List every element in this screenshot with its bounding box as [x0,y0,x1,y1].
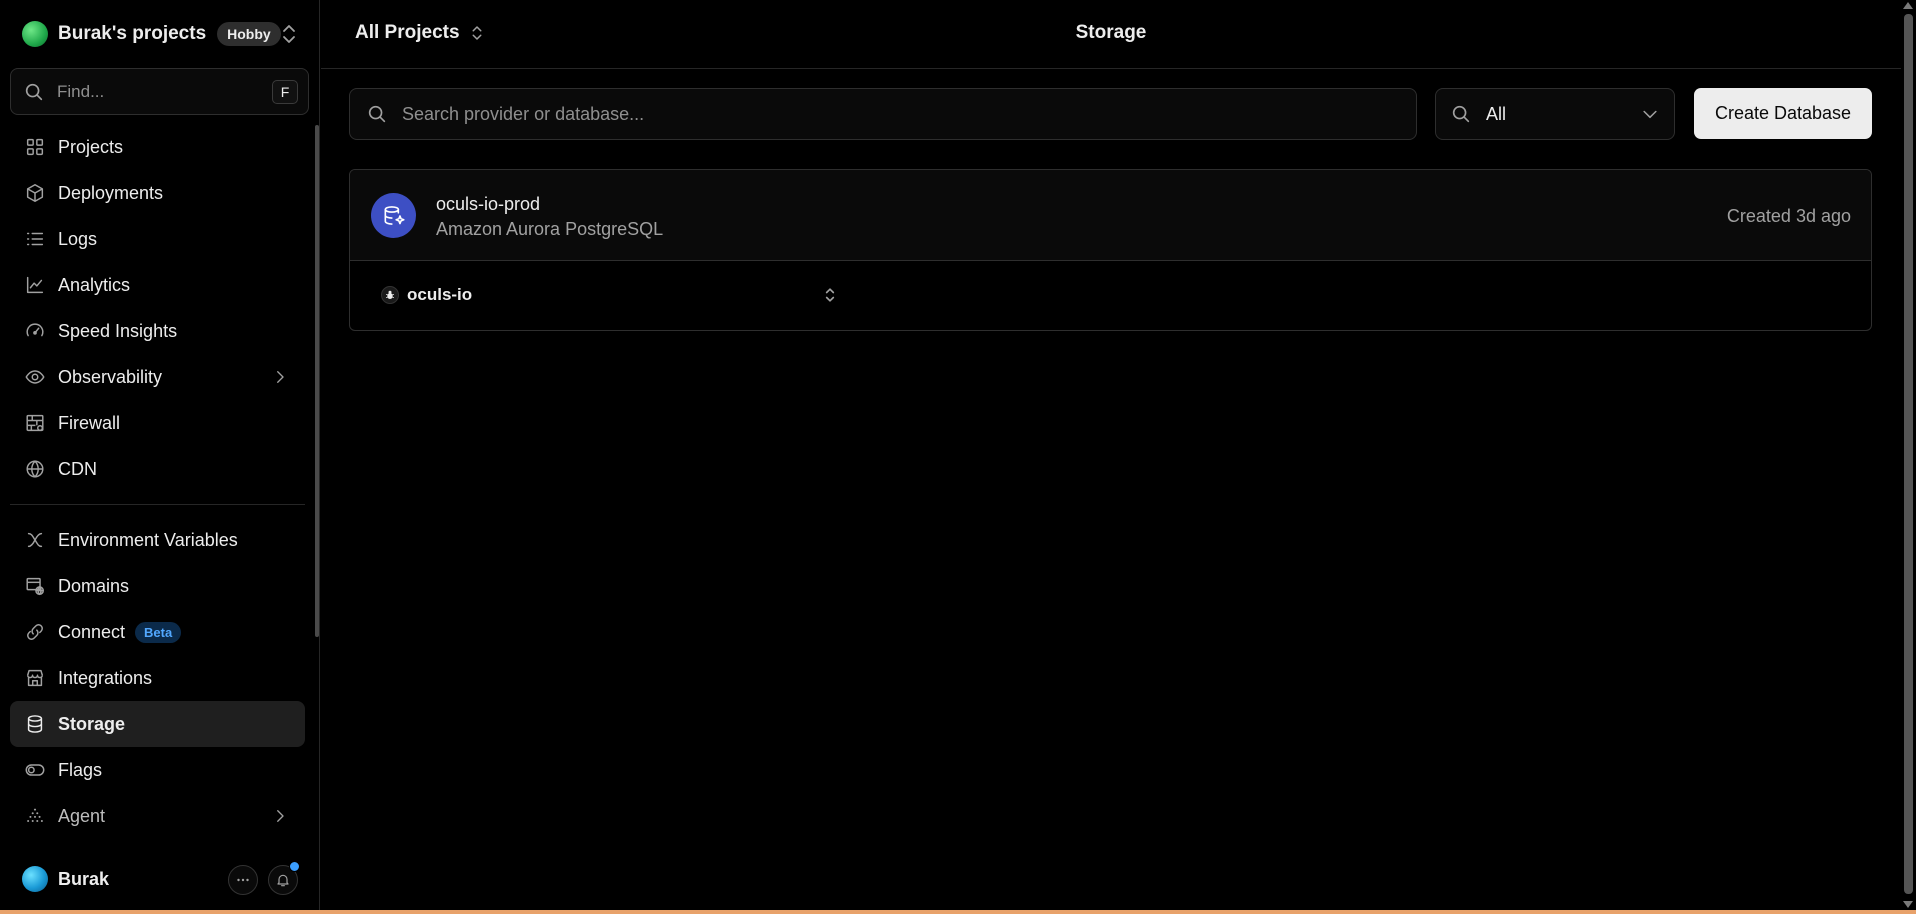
agent-icon [24,805,46,827]
sidebar-item-environment-variables[interactable]: Environment Variables [10,517,305,563]
sidebar-item-logs[interactable]: Logs [10,216,305,262]
sidebar-item-label: Speed Insights [58,320,178,341]
user-menu[interactable]: Burak [0,856,319,902]
sidebar-item-speed-insights[interactable]: Speed Insights [10,308,305,354]
chevron-up-down-icon[interactable] [277,22,301,46]
sidebar-nav: Projects Deployments Logs Analytics Spee… [0,124,315,839]
sidebar-item-label: Storage [58,713,126,734]
user-name: Burak [58,868,110,889]
plan-badge: Hobby [217,22,281,46]
chevron-down-icon [1640,104,1660,124]
notification-dot [289,861,300,872]
sidebar-scrollbar[interactable] [315,125,319,637]
sidebar-item-label: Projects [58,136,124,157]
ellipsis-icon [237,878,249,882]
grid-icon [24,136,46,158]
sidebar-item-projects[interactable]: Projects [10,124,305,170]
toggle-icon [24,759,46,781]
store-icon [24,667,46,689]
database-name: oculs-io-prod [436,194,541,214]
sidebar-item-firewall[interactable]: Firewall [10,400,305,446]
bug-icon [381,286,399,304]
sidebar-item-flags[interactable]: Flags [10,747,305,793]
provider-filter-select[interactable]: All [1435,88,1675,140]
sidebar-item-label: Flags [58,759,103,780]
variables-icon [24,529,46,551]
sidebar-item-connect[interactable]: Connect Beta [10,609,305,655]
find-box[interactable]: F [10,68,309,115]
link-icon [24,621,46,643]
database-card-body: oculs-io [350,261,1871,330]
sidebar-item-agent[interactable]: Agent [10,793,305,839]
chevron-right-icon [271,368,289,386]
chevron-right-icon [271,807,289,825]
sidebar-item-label: Deployments [58,182,164,203]
sidebar-item-observability[interactable]: Observability [10,354,305,400]
page-title: Storage [1075,22,1147,43]
sidebar-item-domains[interactable]: Domains [10,563,305,609]
search-input[interactable] [402,103,1382,125]
sidebar: Burak's projects Hobby F Projects Deploy… [0,0,320,914]
top-bar: All Projects Storage [321,0,1901,69]
connected-project-name: oculs-io [407,285,473,304]
filter-value: All [1486,103,1507,124]
sidebar-item-cdn[interactable]: CDN [10,446,305,492]
sidebar-item-label: Observability [58,366,163,387]
project-switcher[interactable]: All Projects [355,22,486,44]
database-created: Created 3d ago [1726,206,1851,226]
sidebar-item-storage[interactable]: Storage [10,701,305,747]
notifications-button[interactable] [268,861,300,895]
database-provider: Amazon Aurora PostgreSQL [436,219,664,239]
connected-project[interactable]: oculs-io [381,285,472,305]
search-icon [23,81,45,103]
cube-icon [24,182,46,204]
sidebar-item-label: Integrations [58,667,153,688]
sidebar-item-label: Firewall [58,412,121,433]
page-scrollbar-thumb[interactable] [1904,14,1913,894]
team-avatar [22,21,48,47]
bell-icon [277,874,289,887]
project-switcher-label: All Projects [355,22,460,43]
domain-icon [24,575,46,597]
page-scrollbar[interactable] [1901,0,1916,910]
find-shortcut-key: F [272,80,298,104]
firewall-icon [24,412,46,434]
sidebar-item-analytics[interactable]: Analytics [10,262,305,308]
beta-badge: Beta [135,621,182,643]
globe-icon [24,458,46,480]
create-database-button[interactable]: Create Database [1694,88,1872,139]
chevron-up-down-icon[interactable] [820,285,840,305]
avatar [22,866,48,892]
database-sparkle-icon [371,193,416,238]
chevron-up-down-icon [468,24,486,42]
database-card: oculs-io-prod Amazon Aurora PostgreSQL C… [349,169,1872,331]
scroll-up-arrow[interactable] [1903,2,1913,9]
nav-divider [10,504,305,505]
sidebar-item-integrations[interactable]: Integrations [10,655,305,701]
find-input[interactable] [57,81,257,102]
search-icon [366,103,388,125]
sidebar-item-deployments[interactable]: Deployments [10,170,305,216]
sidebar-item-label: Domains [58,575,130,596]
team-switcher[interactable]: Burak's projects Hobby [0,0,319,68]
database-card-header[interactable]: oculs-io-prod Amazon Aurora PostgreSQL C… [350,170,1871,261]
gauge-icon [24,320,46,342]
list-icon [24,228,46,250]
scroll-down-arrow[interactable] [1903,901,1913,908]
sidebar-item-label: CDN [58,458,97,479]
chart-line-icon [24,274,46,296]
storage-search[interactable] [349,88,1417,140]
eye-icon [24,366,46,388]
database-icon [24,713,46,735]
sidebar-item-label: Agent [58,805,106,826]
search-icon [1450,103,1472,125]
sidebar-item-label: Logs [58,228,98,249]
sidebar-item-label: Connect [58,621,126,642]
sidebar-item-label: Analytics [58,274,131,295]
sidebar-item-label: Environment Variables [58,529,238,550]
more-options-button[interactable] [228,865,258,895]
team-name: Burak's projects [58,23,207,44]
window-bottom-edge [0,910,1916,914]
